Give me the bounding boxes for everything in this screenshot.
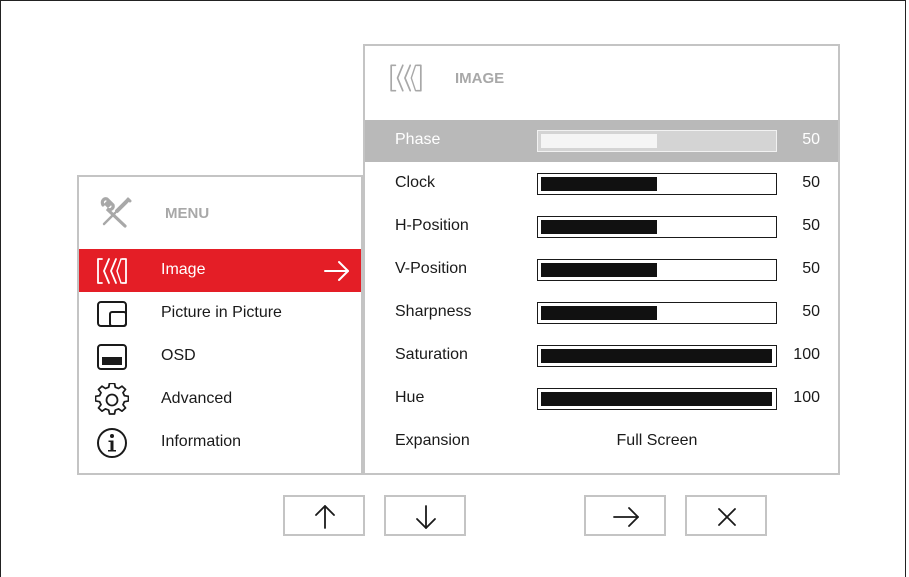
menu-item-label: Picture in Picture [161,304,282,321]
setting-value: 50 [802,174,820,191]
menu-title: MENU [165,205,210,222]
menu-item-label: OSD [161,347,196,364]
osd-screen: MENU Image Picture in Picture OSD Advanc… [0,0,906,577]
setting-label: V-Position [395,260,468,277]
osd-icon [97,344,127,370]
setting-value: 50 [802,217,820,234]
slider-fill [541,177,657,191]
gear-icon [95,383,129,415]
picture-in-picture-icon [97,301,127,327]
arrow-up-icon [315,505,335,529]
arrow-right-icon [613,507,639,527]
setting-label: H-Position [395,217,469,234]
slider-fill [541,306,657,320]
arrow-right-icon [324,261,349,281]
setting-row-hue[interactable]: Hue 100 [365,378,838,420]
image-panel-header: IMAGE [365,46,838,120]
setting-row-h-position[interactable]: H-Position 50 [365,206,838,248]
up-button[interactable] [283,495,365,536]
image-settings-panel: IMAGE Phase 50 Clock 50 H-Position 50 V-… [363,44,840,475]
slider-fill [541,392,772,406]
phase-slider[interactable] [537,130,777,152]
setting-label: Phase [395,131,441,148]
menu-item-osd[interactable]: OSD [79,335,361,378]
menu-item-label: Image [161,261,206,278]
setting-value: 50 [802,131,820,148]
setting-row-v-position[interactable]: V-Position 50 [365,249,838,291]
menu-item-label: Advanced [161,390,233,407]
setting-label: Clock [395,174,436,191]
setting-row-clock[interactable]: Clock 50 [365,163,838,205]
enter-button[interactable] [584,495,666,536]
saturation-slider[interactable] [537,345,777,367]
menu-item-information[interactable]: Information [79,421,361,464]
setting-label: Sharpness [395,303,472,320]
tools-icon [100,197,132,228]
setting-value: 100 [793,389,820,406]
setting-value: 100 [793,346,820,363]
slider-fill [541,134,657,148]
h-position-slider[interactable] [537,216,777,238]
setting-label: Expansion [395,432,470,449]
image-panel-title: IMAGE [455,70,505,87]
menu-item-picture-in-picture[interactable]: Picture in Picture [79,292,361,335]
expansion-value[interactable]: Full Screen [537,432,777,450]
setting-row-sharpness[interactable]: Sharpness 50 [365,292,838,334]
menu-item-label: Information [161,433,242,450]
setting-value: 50 [802,260,820,277]
arrow-down-icon [416,505,436,529]
v-position-slider[interactable] [537,259,777,281]
sharpness-slider[interactable] [537,302,777,324]
setting-row-saturation[interactable]: Saturation 100 [365,335,838,377]
exit-button[interactable] [685,495,767,536]
close-icon [718,508,736,526]
setting-value: 50 [802,303,820,320]
image-waves-icon [390,64,422,92]
menu-item-image[interactable]: Image [79,249,361,292]
setting-label: Saturation [395,346,468,363]
menu-header: MENU [79,177,361,249]
main-menu-panel: MENU Image Picture in Picture OSD Advanc… [77,175,363,475]
slider-fill [541,220,657,234]
menu-item-advanced[interactable]: Advanced [79,378,361,421]
setting-label: Hue [395,389,425,406]
down-button[interactable] [384,495,466,536]
slider-fill [541,349,772,363]
info-icon [97,428,127,458]
slider-fill [541,263,657,277]
setting-row-expansion[interactable]: Expansion Full Screen [365,421,838,463]
image-waves-icon [97,258,127,284]
clock-slider[interactable] [537,173,777,195]
setting-row-phase[interactable]: Phase 50 [365,120,838,162]
hue-slider[interactable] [537,388,777,410]
